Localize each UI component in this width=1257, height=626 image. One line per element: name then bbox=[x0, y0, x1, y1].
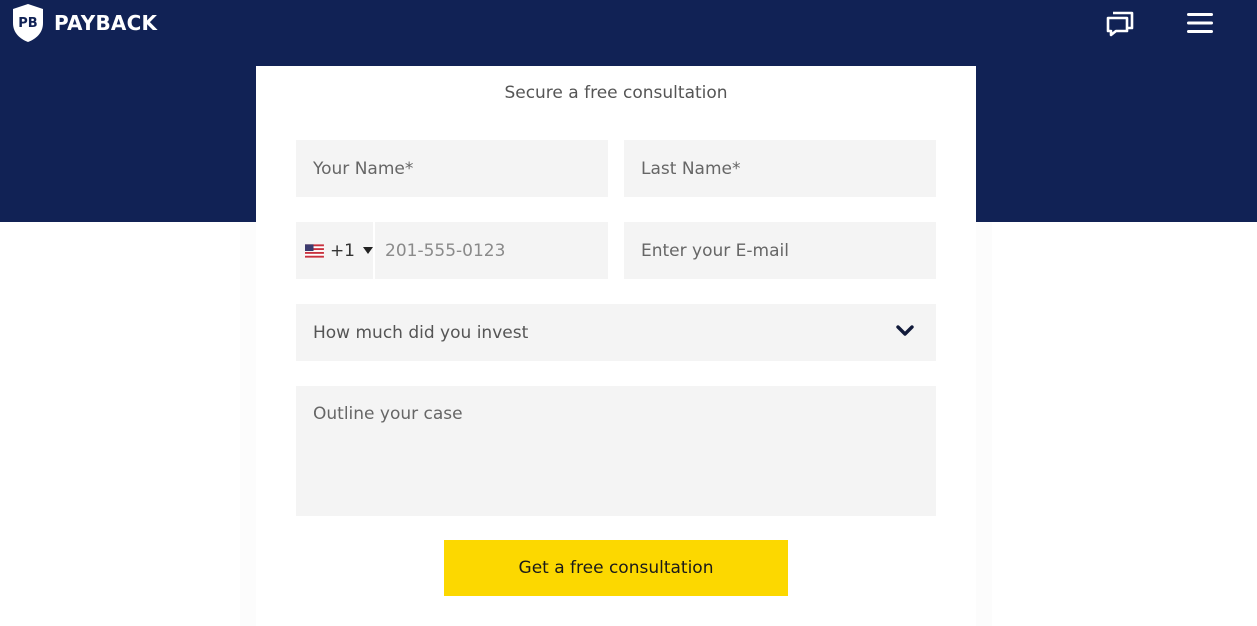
caret-down-icon bbox=[363, 247, 373, 254]
chat-bubbles-icon bbox=[1106, 11, 1134, 37]
investment-select-value: How much did you invest bbox=[313, 322, 529, 343]
first-name-input[interactable] bbox=[296, 140, 608, 197]
hamburger-menu-icon bbox=[1187, 13, 1213, 33]
chat-button[interactable] bbox=[1103, 6, 1137, 40]
case-description-textarea[interactable] bbox=[296, 386, 936, 516]
country-code-selector[interactable]: +1 bbox=[296, 222, 375, 279]
dial-code: +1 bbox=[329, 240, 355, 261]
email-input[interactable] bbox=[624, 222, 936, 279]
form-title: Secure a free consultation bbox=[504, 83, 728, 103]
shield-logo-icon: PB bbox=[13, 4, 43, 42]
investment-amount-select[interactable]: How much did you invest bbox=[296, 304, 936, 361]
last-name-input[interactable] bbox=[624, 140, 936, 197]
phone-input[interactable] bbox=[377, 222, 608, 279]
menu-button[interactable] bbox=[1183, 6, 1217, 40]
svg-text:PB: PB bbox=[18, 16, 37, 31]
chevron-down-icon bbox=[896, 325, 914, 336]
consultation-form: Secure a free consultation +1 How much bbox=[256, 66, 976, 626]
phone-field: +1 bbox=[296, 222, 608, 279]
page: PB PAYBACK Secure a free consultation Yo… bbox=[0, 0, 1257, 626]
us-flag-icon bbox=[305, 243, 324, 258]
logo[interactable]: PB PAYBACK bbox=[11, 3, 157, 43]
get-consultation-button[interactable]: Get a free consultation bbox=[444, 540, 788, 596]
brand-name: PAYBACK bbox=[54, 11, 158, 35]
